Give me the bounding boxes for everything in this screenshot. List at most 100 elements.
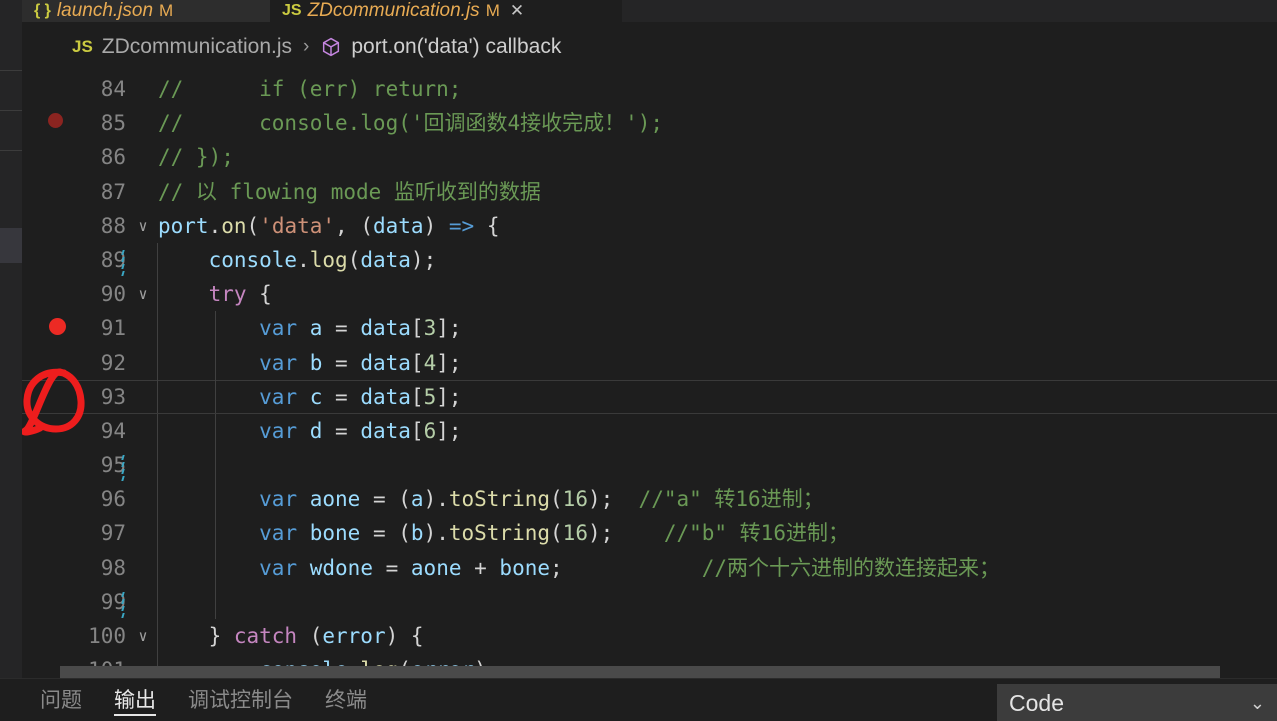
indent-guide <box>157 584 158 619</box>
code-line[interactable]: 84 // if (err) return; <box>22 72 1277 106</box>
code-token: log <box>309 247 348 272</box>
code-line[interactable]: 91 var a = data[3]; <box>22 311 1277 346</box>
indent-guide <box>215 516 216 551</box>
code-line[interactable]: 85 // console.log('回调函数4接收完成！'); <box>22 106 1277 140</box>
bottom-panel: 问题 输出 调试控制台 终端 Code ⌄ <box>0 678 1277 721</box>
breakpoint-line-85[interactable] <box>48 113 63 128</box>
code-line[interactable]: 93 var c = data[5]; <box>22 379 1277 415</box>
breadcrumb-file[interactable]: ZDcommunication.js <box>102 35 292 59</box>
code-token: data <box>360 384 411 409</box>
code-line[interactable]: 94 var d = data[6]; <box>22 413 1277 449</box>
tab-label: ZDcommunication.js <box>307 0 480 21</box>
code-token: c <box>309 384 323 409</box>
line-number: 88 <box>100 213 126 238</box>
code-text: var aone = (a).toString(16); //"a" 转16进制… <box>157 482 1277 517</box>
code-token: catch <box>233 624 298 648</box>
code-token: [ <box>410 350 424 375</box>
code-token: { <box>246 282 272 307</box>
code-token: data <box>360 350 411 375</box>
sidebar-selected-row[interactable] <box>0 228 22 263</box>
panel-tab[interactable]: 调试控制台 <box>188 679 293 721</box>
code-line[interactable]: 95 <box>22 448 1277 483</box>
code-line[interactable]: 97 var bone = (b).toString(16); //"b" 转1… <box>22 516 1277 551</box>
chevron-down-icon[interactable]: ∨ <box>134 209 152 243</box>
code-token: var <box>259 384 298 409</box>
js-file-icon: JS <box>72 37 93 56</box>
scrollbar-thumb[interactable] <box>60 666 1220 678</box>
indent-guide <box>157 516 158 551</box>
line-number: 92 <box>100 350 126 375</box>
code-token: toString <box>448 521 551 546</box>
code-line[interactable]: 87 // 以 flowing mode 监听收到的数据 <box>22 175 1277 209</box>
line-number: 94 <box>100 418 126 443</box>
code-token: on <box>221 213 247 238</box>
code-token: 3 <box>423 316 437 341</box>
close-icon[interactable]: ✕ <box>510 0 524 22</box>
code-token: 5 <box>423 384 437 409</box>
symbol-object-cube-icon <box>320 36 342 58</box>
code-token: ( <box>550 487 563 512</box>
tab-launch-json[interactable]: { } launch.json M <box>22 0 270 22</box>
indent-guide <box>157 448 158 483</box>
panel-tab[interactable]: 终端 <box>325 679 367 721</box>
editor-tab-bar: { } launch.json M JS ZDcommunication.js … <box>22 0 1277 22</box>
chevron-down-icon[interactable]: ∨ <box>134 277 152 311</box>
code-line[interactable]: 99 <box>22 584 1277 619</box>
code-line[interactable]: 89 console.log(data); <box>22 242 1277 278</box>
breadcrumb-symbol[interactable]: port.on('data') callback <box>351 35 561 59</box>
sidebar-strip-top <box>0 0 22 21</box>
indent-guide <box>157 311 158 346</box>
code-line[interactable]: 90 ∨ try { <box>22 277 1277 312</box>
line-number: 100 <box>88 624 126 648</box>
code-token: var <box>259 316 298 341</box>
code-token: ). <box>423 487 449 512</box>
chevron-down-icon[interactable]: ∨ <box>134 619 152 653</box>
indent-guide <box>157 345 158 380</box>
code-line[interactable]: 86 // }); <box>22 140 1277 174</box>
code-line[interactable]: 92 var b = data[4]; <box>22 345 1277 380</box>
panel-tab[interactable]: 问题 <box>40 679 82 721</box>
panel-tab-list: 问题 输出 调试控制台 终端 <box>40 679 367 721</box>
panel-tab[interactable]: 输出 <box>114 679 156 721</box>
line-number: 98 <box>100 555 126 580</box>
editor-horizontal-scrollbar[interactable] <box>22 666 1277 678</box>
breakpoint-line-91[interactable] <box>49 318 66 335</box>
line-number: 95 <box>100 453 126 478</box>
code-line[interactable]: 98 var wdone = aone + bone; //两个十六进制的数连接… <box>22 550 1277 585</box>
tab-zdcommunication-js[interactable]: JS ZDcommunication.js M ✕ <box>270 0 622 22</box>
code-token: = <box>322 316 361 341</box>
code-text: var wdone = aone + bone; //两个十六进制的数连接起来； <box>157 550 1277 585</box>
code-text: } catch (error) { <box>157 619 1277 654</box>
code-token: ); <box>587 487 639 512</box>
code-token: . <box>297 247 310 272</box>
indent-guide <box>157 550 158 585</box>
code-editor[interactable]: 84 // if (err) return; 85 // console.log('回… <box>22 72 1277 678</box>
tab-dirty-badge: M <box>485 1 500 20</box>
code-token: [ <box>410 316 424 341</box>
code-token: toString <box>448 487 551 512</box>
whitespace-indicator <box>121 248 130 276</box>
code-line[interactable]: 96 var aone = (a).toString(16); //"a" 转1… <box>22 482 1277 517</box>
output-channel-select[interactable]: Code ⌄ <box>997 684 1277 721</box>
chevron-down-icon: ⌄ <box>1249 692 1265 713</box>
indent-guide <box>157 379 158 414</box>
code-token: ); <box>587 521 664 546</box>
code-token: // if (err) return; <box>158 77 462 101</box>
code-line[interactable]: 88 ∨ port.on('data', (data) => { <box>22 209 1277 243</box>
code-token: aone <box>410 555 462 580</box>
code-token: wdone <box>309 555 373 580</box>
code-token: 16 <box>562 487 588 512</box>
json-braces-icon: { } <box>34 2 51 19</box>
indent-guide <box>215 482 216 517</box>
code-line[interactable]: 100 ∨ } catch (error) { <box>22 619 1277 654</box>
code-token: var <box>259 350 298 375</box>
code-token: { <box>474 213 500 238</box>
code-token: a <box>410 487 424 512</box>
